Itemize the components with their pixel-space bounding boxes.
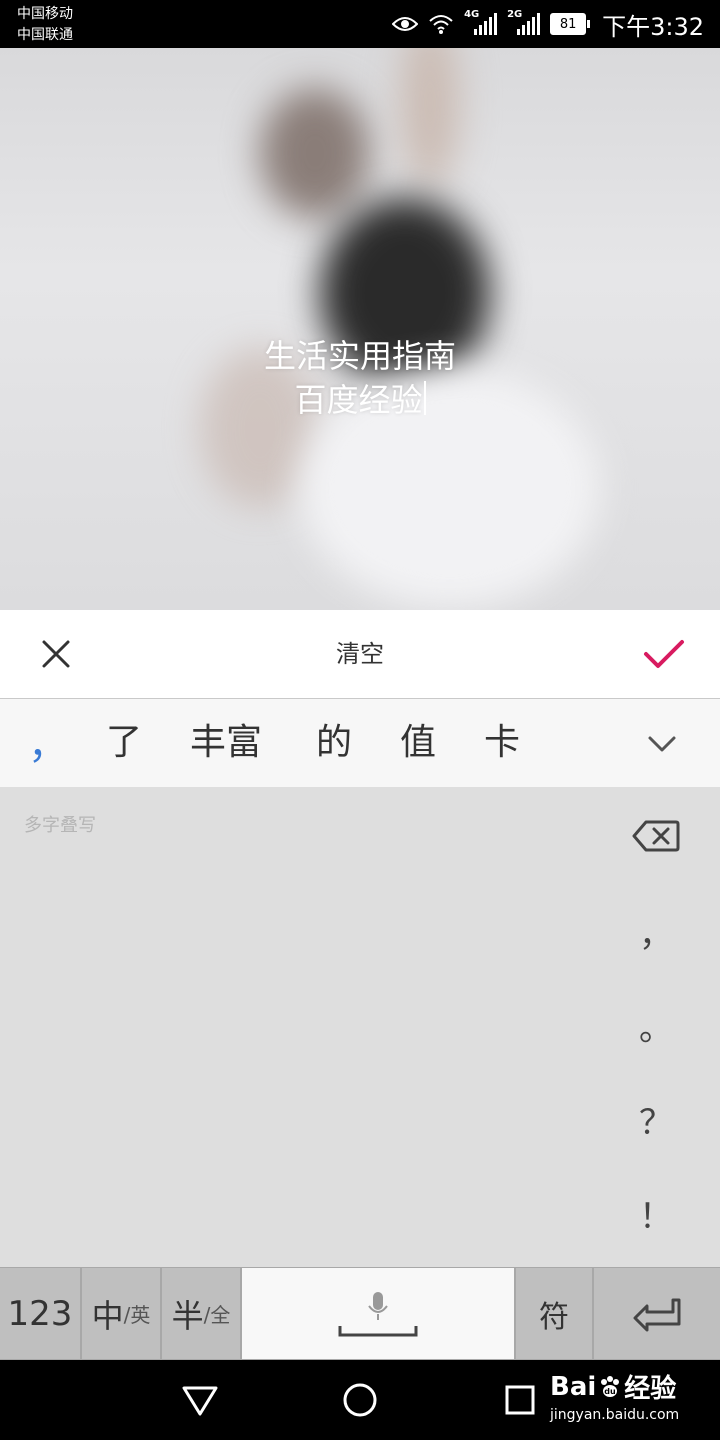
- baidu-jingyan-watermark: Bai du 经验 jingyan.baidu.com: [550, 1368, 710, 1434]
- nav-home-icon[interactable]: [340, 1380, 380, 1420]
- blurred-figure-head: [260, 88, 370, 218]
- photo-preview[interactable]: 生活实用指南 百度经验: [0, 48, 720, 610]
- text-cursor: [423, 381, 426, 415]
- enter-arrow-icon: [633, 1298, 681, 1331]
- nav-back-icon[interactable]: [180, 1380, 220, 1420]
- keyboard-bottom-row: 123 中/英 半/全 符: [0, 1267, 720, 1360]
- carrier-labels: 中国移动 中国联通: [17, 4, 73, 46]
- punct-exclamation-key[interactable]: ！: [626, 1187, 686, 1247]
- handwriting-pad[interactable]: 多字叠写 ， 。 ？ ！: [0, 787, 720, 1267]
- network-type-1: 4G: [464, 9, 480, 20]
- width-alt: /全: [203, 1303, 231, 1327]
- punct-period-key[interactable]: 。: [626, 999, 686, 1059]
- chevron-down-icon[interactable]: [640, 723, 684, 763]
- overlay-line-1: 生活实用指南: [263, 337, 456, 375]
- signal-4g-icon: 4G: [464, 9, 498, 35]
- clear-button[interactable]: 清空: [300, 634, 420, 674]
- backspace-icon[interactable]: [632, 819, 680, 853]
- status-icons: 4G 2G 81 下午3:32: [392, 8, 704, 41]
- enter-key[interactable]: [594, 1268, 720, 1359]
- carrier-1: 中国移动: [17, 6, 73, 22]
- candidate-item[interactable]: ，: [28, 701, 68, 789]
- space-key[interactable]: [242, 1268, 514, 1359]
- signal-2g-icon: 2G: [507, 9, 541, 35]
- candidate-item[interactable]: 了: [106, 699, 142, 787]
- width-toggle-key[interactable]: 半/全: [162, 1268, 240, 1359]
- candidate-bar: ， 了 丰富 的 值 卡: [0, 699, 720, 787]
- watermark-url: jingyan.baidu.com: [550, 1407, 680, 1423]
- punct-comma-key[interactable]: ，: [626, 905, 686, 965]
- wifi-icon: [429, 15, 453, 34]
- battery-level: 81: [559, 16, 577, 32]
- network-type-2: 2G: [507, 9, 523, 20]
- symbols-key[interactable]: 符: [516, 1268, 592, 1359]
- clock: 下午3:32: [602, 12, 704, 41]
- edit-toolbar: 清空: [0, 610, 720, 699]
- language-main: 中: [91, 1296, 124, 1335]
- watermark-logo: Bai du 经验: [550, 1371, 677, 1405]
- close-icon[interactable]: [36, 634, 76, 674]
- candidate-item[interactable]: 的: [316, 699, 352, 787]
- handwriting-hint: 多字叠写: [24, 815, 96, 836]
- battery-icon: 81: [550, 13, 591, 35]
- language-alt: /英: [123, 1303, 151, 1327]
- paw-icon: du: [601, 1375, 620, 1397]
- carrier-2: 中国联通: [17, 27, 73, 43]
- microphone-icon[interactable]: [366, 1290, 390, 1324]
- language-toggle-key[interactable]: 中/英: [82, 1268, 160, 1359]
- system-nav-bar: Bai du 经验 jingyan.baidu.com: [0, 1360, 720, 1440]
- numeric-key[interactable]: 123: [0, 1268, 80, 1359]
- eye-comfort-icon: [392, 17, 419, 31]
- candidate-item[interactable]: 值: [400, 699, 436, 787]
- text-overlay[interactable]: 生活实用指南 百度经验: [0, 334, 720, 422]
- status-bar: 中国移动 中国联通 4G 2G 81 下午3:32: [0, 0, 720, 48]
- punct-question-key[interactable]: ？: [626, 1093, 686, 1153]
- nav-recent-apps-icon[interactable]: [500, 1380, 540, 1420]
- candidate-item[interactable]: 丰富: [190, 699, 262, 787]
- space-bar-icon: [338, 1325, 418, 1336]
- width-main: 半: [171, 1296, 204, 1335]
- blurred-figure-arm: [400, 48, 460, 188]
- candidate-item[interactable]: 卡: [484, 699, 520, 787]
- overlay-line-2: 百度经验: [0, 378, 720, 422]
- check-icon[interactable]: [640, 632, 688, 676]
- svg-text:du: du: [605, 1387, 617, 1396]
